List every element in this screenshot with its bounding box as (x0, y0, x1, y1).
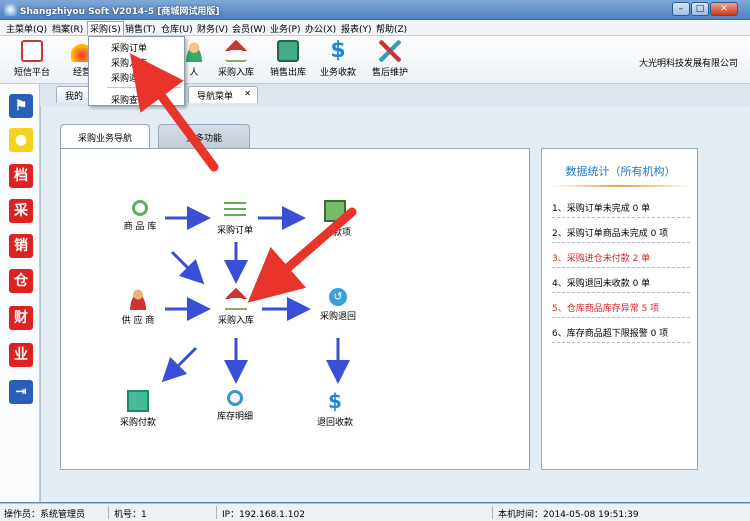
sidebar-item-finance[interactable]: 财 (9, 306, 33, 330)
tools-icon (379, 40, 401, 62)
subtab-more-functions[interactable]: 更多功能 (158, 124, 250, 148)
menu-item-purchase-stockin[interactable]: 采购入库 (111, 56, 147, 69)
sms-platform-button[interactable]: 短信平台 (6, 38, 58, 78)
stat-item[interactable]: 6、库存商品超下限报警 0 项 (552, 326, 690, 343)
stat-item[interactable]: 2、采购订单商品未完成 0 项 (552, 226, 690, 243)
menu-report[interactable]: 报表(Y) (341, 22, 372, 35)
purchase-dropdown-menu: 采购订单 采购入库 采购退回 采购查询 (88, 36, 185, 106)
node-purchase-order[interactable]: 采购订单 (205, 198, 265, 236)
title-bar: Shangzhiyou Soft V2014-5 [商城网试用版] – □ ✕ (0, 0, 750, 20)
window-title: Shangzhiyou Soft V2014-5 [商城网试用版] (20, 7, 220, 17)
business-payment-button[interactable]: $ 业务收款 (312, 38, 364, 79)
company-name: 大光明科技发展有限公司 (638, 59, 738, 69)
magnifier-icon (132, 200, 148, 216)
menu-item-purchase-query[interactable]: 采购查询 (111, 93, 147, 106)
house-icon (225, 40, 247, 62)
status-machine: 机号：1 (114, 510, 147, 520)
tab-navigation[interactable]: 导航菜单 ✕ (188, 86, 258, 103)
app-icon (4, 3, 17, 16)
close-tab-icon[interactable]: ✕ (244, 89, 251, 98)
close-button[interactable]: ✕ (710, 2, 738, 16)
menu-business[interactable]: 业务(P) (270, 22, 300, 35)
node-purchase-return[interactable]: ↺ 采购退回 (308, 288, 368, 322)
node-purchase-payment[interactable]: 采购付款 (108, 390, 168, 428)
menu-finance[interactable]: 财务(V) (197, 22, 228, 35)
maximize-button[interactable]: □ (691, 2, 709, 16)
sidebar-item-sales[interactable]: 销 (9, 234, 33, 258)
menu-office[interactable]: 办公(X) (305, 22, 336, 35)
sidebar-item-archive[interactable]: 档 (9, 164, 33, 188)
minimize-button[interactable]: – (672, 2, 690, 16)
dollar-icon: $ (328, 389, 342, 413)
status-operator: 操作员：系统管理员 (4, 510, 86, 520)
node-inventory-detail[interactable]: 库存明细 (205, 390, 265, 422)
menu-archive[interactable]: 档案(R) (52, 22, 83, 35)
sales-stockout-button[interactable]: 销售出库 (262, 38, 314, 78)
stat-item[interactable]: 5、仓库商品库存异常 5 项 (552, 301, 690, 318)
menu-item-purchase-order[interactable]: 采购订单 (111, 41, 147, 54)
stats-panel: 数据统计（所有机构） 1、采购订单未完成 0 单 2、采购订单商品未完成 0 项… (541, 148, 698, 470)
list-icon (224, 198, 246, 220)
menu-sales[interactable]: 销售(T) (125, 22, 156, 35)
people-card-icon (324, 200, 346, 222)
node-payment-items[interactable]: 款项 (305, 200, 365, 238)
menu-purchase[interactable]: 采购(S) (87, 21, 124, 35)
person-icon (183, 40, 205, 62)
house-icon (225, 288, 247, 310)
menu-main[interactable]: 主菜单(Q) (6, 22, 47, 35)
return-icon: ↺ (329, 288, 347, 306)
sidebar-item-business[interactable]: 业 (9, 343, 33, 367)
stat-item[interactable]: 4、采购退回未收款 0 单 (552, 276, 690, 293)
exit-icon[interactable]: ⇥ (9, 380, 33, 404)
magnifier-icon (227, 390, 243, 406)
sidebar-item-purchase[interactable]: 采 (9, 199, 33, 223)
flag-icon[interactable]: ⚑ (9, 94, 33, 118)
after-sales-button[interactable]: 售后维护 (364, 38, 416, 78)
menu-separator (107, 87, 181, 88)
sales-icon (277, 40, 299, 62)
menu-member[interactable]: 会员(W) (232, 22, 266, 35)
menu-warehouse[interactable]: 仓库(U) (161, 22, 193, 35)
dollar-icon: $ (330, 38, 346, 63)
supplier-icon (127, 288, 149, 310)
menu-item-purchase-return[interactable]: 采购退回 (111, 71, 147, 84)
menu-help[interactable]: 帮助(Z) (376, 22, 407, 35)
bulb-icon[interactable]: ● (9, 128, 33, 152)
stats-title-underline (548, 185, 693, 187)
status-bar: 操作员：系统管理员 机号：1 IP：192.168.1.102 本机时间：201… (0, 503, 750, 521)
node-purchase-stockin[interactable]: 采购入库 (206, 288, 266, 326)
status-time: 本机时间：2014-05-08 19:51:39 (498, 510, 639, 520)
envelope-icon (21, 40, 43, 62)
purchase-stockin-button[interactable]: 采购入库 (210, 38, 262, 78)
subtab-purchase-nav[interactable]: 采购业务导航 (60, 124, 150, 148)
node-product-library[interactable]: 商 品 库 (110, 200, 170, 232)
cash-icon (127, 390, 149, 412)
menu-bar: 主菜单(Q) 档案(R) 采购(S) 销售(T) 仓库(U) 财务(V) 会员(… (0, 20, 750, 36)
status-ip: IP：192.168.1.102 (222, 510, 305, 520)
sidebar: ⚑ ● 档 采 销 仓 财 业 ⇥ (0, 84, 40, 502)
stat-item[interactable]: 1、采购订单未完成 0 单 (552, 201, 690, 218)
stat-item[interactable]: 3、采购进仓未付款 2 单 (552, 251, 690, 268)
node-return-receipt[interactable]: $ 退回收款 (305, 390, 365, 428)
stats-title: 数据统计（所有机构） (565, 165, 676, 178)
node-supplier[interactable]: 供 应 商 (108, 288, 168, 326)
sidebar-item-warehouse[interactable]: 仓 (9, 269, 33, 293)
